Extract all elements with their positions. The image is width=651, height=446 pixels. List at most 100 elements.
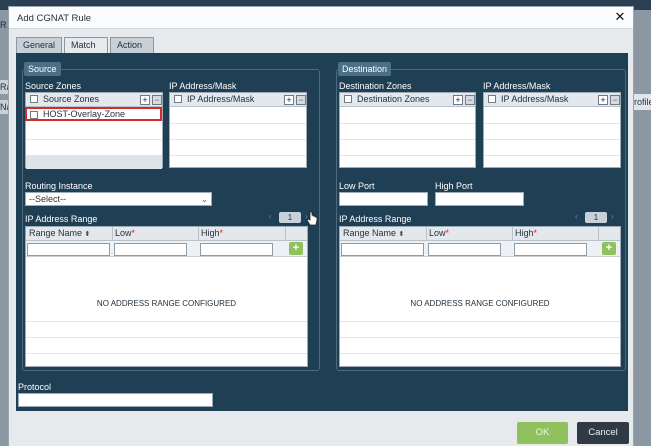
tab-action[interactable]: Action <box>110 37 154 53</box>
hand-cursor-icon <box>306 211 318 226</box>
column-high-text: High <box>201 228 220 238</box>
remove-icon[interactable]: − <box>296 95 306 105</box>
destination-zones-column: Destination Zones <box>357 94 430 104</box>
column-high-text: High <box>515 228 534 238</box>
source-ip-header: IP Address/Mask + − <box>170 93 306 107</box>
page-number[interactable]: 1 <box>585 212 607 223</box>
low-port-input[interactable] <box>339 192 428 206</box>
routing-instance-select[interactable]: --Select-- ⌄ <box>25 192 212 206</box>
source-range-header: Range Name ⬍ Low* High* <box>26 227 307 241</box>
high-input[interactable] <box>200 243 273 256</box>
protocol-input[interactable] <box>18 393 213 407</box>
destination-ip-column: IP Address/Mask <box>501 94 569 104</box>
zone-checkbox[interactable] <box>30 111 38 119</box>
source-ip-grid: IP Address/Mask + − <box>169 92 307 168</box>
destination-legend: Destination <box>338 62 392 76</box>
cancel-button[interactable]: Cancel <box>577 422 629 444</box>
source-zones-grid: Source Zones + − <box>25 92 163 169</box>
required-marker: * <box>445 228 450 238</box>
row-divider <box>340 353 620 354</box>
row-divider <box>340 123 475 124</box>
source-ip-label: IP Address/Mask <box>169 81 237 91</box>
destination-zones-grid: Destination Zones + − <box>339 92 476 168</box>
source-range-input-row: + <box>26 241 307 257</box>
select-all-checkbox[interactable] <box>174 95 182 103</box>
row-divider <box>484 139 620 140</box>
low-input[interactable] <box>114 243 187 256</box>
dialog-titlebar: Add CGNAT Rule ✕ <box>9 7 633 29</box>
source-legend: Source <box>24 62 61 76</box>
low-input[interactable] <box>428 243 501 256</box>
high-input[interactable] <box>514 243 587 256</box>
destination-range-grid: Range Name ⬍ Low* High* + NO ADDRESS RAN… <box>339 226 621 367</box>
column-range-name[interactable]: Range Name ⬍ <box>343 228 404 238</box>
source-range-grid: Range Name ⬍ Low* High* + NO ADDRESS RAN… <box>25 226 308 367</box>
tab-general[interactable]: General <box>16 37 62 53</box>
remove-icon[interactable]: − <box>610 95 620 105</box>
close-icon[interactable]: ✕ <box>613 10 627 24</box>
row-divider <box>26 353 307 354</box>
row-divider <box>26 139 162 140</box>
page-number[interactable]: 1 <box>279 212 301 223</box>
source-zone-item[interactable]: HOST-Overlay-Zone <box>25 107 162 121</box>
match-panel: Source Source Zones Source Zones + − HOS… <box>16 53 628 411</box>
add-icon[interactable]: + <box>453 95 463 105</box>
prev-page-icon[interactable]: ‹ <box>575 212 578 221</box>
select-all-checkbox[interactable] <box>30 95 38 103</box>
column-range-name[interactable]: Range Name ⬍ <box>29 228 90 238</box>
routing-instance-value: --Select-- <box>29 194 67 204</box>
column-high: High* <box>515 228 537 238</box>
range-name-input[interactable] <box>341 243 424 256</box>
row-divider <box>340 321 620 322</box>
zone-name: HOST-Overlay-Zone <box>43 109 126 119</box>
high-port-label: High Port <box>435 181 473 191</box>
next-page-icon[interactable]: › <box>611 212 614 221</box>
required-marker: * <box>533 228 538 238</box>
dialog-footer: OK Cancel <box>9 414 633 446</box>
row-divider <box>484 155 620 156</box>
destination-zones-header: Destination Zones + − <box>340 93 475 107</box>
source-zones-header: Source Zones + − <box>26 93 162 107</box>
range-name-input[interactable] <box>27 243 110 256</box>
add-icon[interactable]: + <box>140 95 150 105</box>
add-range-button[interactable]: + <box>289 242 303 255</box>
add-cgnat-rule-dialog: Add CGNAT Rule ✕ General Match Action So… <box>8 6 634 446</box>
destination-range-header: Range Name ⬍ Low* High* <box>340 227 620 241</box>
source-zones-column: Source Zones <box>43 94 100 104</box>
destination-zones-label: Destination Zones <box>339 81 412 91</box>
sort-icon[interactable]: ⬍ <box>85 231 91 238</box>
prev-page-icon[interactable]: ‹ <box>269 212 272 221</box>
ok-button[interactable]: OK <box>517 422 568 444</box>
row-divider <box>170 123 306 124</box>
source-ip-column: IP Address/Mask <box>187 94 255 104</box>
column-range-name-text: Range Name <box>29 228 83 238</box>
column-low-text: Low <box>115 228 132 238</box>
low-port-label: Low Port <box>339 181 375 191</box>
destination-ip-header: IP Address/Mask + − <box>484 93 620 107</box>
destination-range-empty: NO ADDRESS RANGE CONFIGURED <box>410 299 550 308</box>
sort-icon[interactable]: ⬍ <box>399 231 405 238</box>
routing-instance-label: Routing Instance <box>25 181 93 191</box>
required-marker: * <box>219 228 224 238</box>
row-divider <box>170 139 306 140</box>
source-range-label: IP Address Range <box>25 214 98 224</box>
add-range-button[interactable]: + <box>602 242 616 255</box>
source-zones-label: Source Zones <box>25 81 82 91</box>
select-all-checkbox[interactable] <box>488 95 496 103</box>
column-range-name-text: Range Name <box>343 228 397 238</box>
bg-right-fragment: rofile <box>634 94 651 110</box>
destination-range-pager: ‹ 1 › <box>575 212 617 224</box>
protocol-label: Protocol <box>18 382 52 392</box>
row-divider <box>340 337 620 338</box>
row-shade <box>26 155 162 169</box>
tab-match[interactable]: Match <box>64 37 108 53</box>
high-port-input[interactable] <box>435 192 524 206</box>
select-all-checkbox[interactable] <box>344 95 352 103</box>
column-low: Low* <box>115 228 135 238</box>
remove-icon[interactable]: − <box>465 95 475 105</box>
row-divider <box>340 139 475 140</box>
add-icon[interactable]: + <box>598 95 608 105</box>
dialog-title: Add CGNAT Rule <box>17 13 92 24</box>
add-icon[interactable]: + <box>284 95 294 105</box>
remove-icon[interactable]: − <box>152 95 162 105</box>
